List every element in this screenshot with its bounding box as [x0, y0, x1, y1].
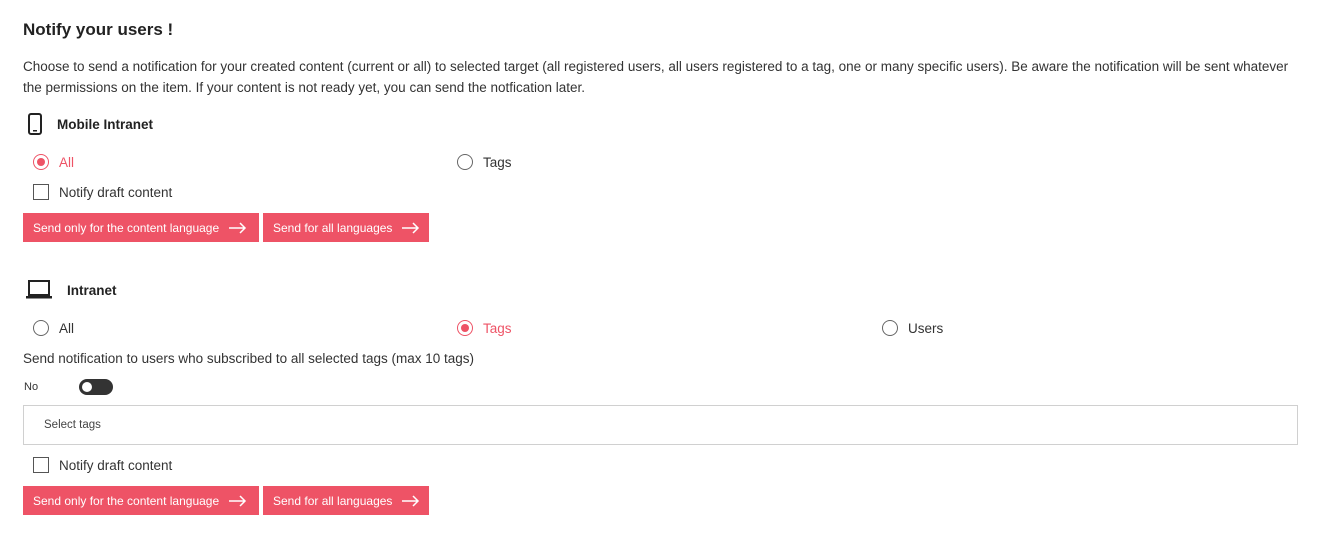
- mobile-send-all-languages-button[interactable]: Send for all languages: [263, 213, 429, 242]
- checkbox-box: [33, 184, 49, 200]
- select-tags-placeholder: Select tags: [44, 419, 101, 431]
- radio-circle: [457, 320, 473, 336]
- intranet-radio-all-label: All: [59, 320, 75, 336]
- page-description: Choose to send a notification for your c…: [23, 59, 1289, 95]
- arrow-right-icon: [402, 221, 420, 234]
- select-tags-input[interactable]: Select tags: [23, 405, 1298, 445]
- intranet-header: Intranet: [23, 279, 117, 301]
- mobile-notify-draft-label: Notify draft content: [59, 184, 173, 200]
- mobile-radio-tags-label: Tags: [483, 154, 512, 170]
- intranet-label: Intranet: [67, 282, 117, 298]
- all-tags-toggle[interactable]: [79, 379, 113, 395]
- mobile-send-content-language-button[interactable]: Send only for the content language: [23, 213, 259, 242]
- mobile-phone-icon: [28, 113, 52, 135]
- intranet-radio-all[interactable]: All: [33, 320, 74, 336]
- intranet-notify-draft-checkbox[interactable]: Notify draft content: [33, 457, 172, 473]
- mobile-radio-all-label: All: [59, 154, 75, 170]
- toggle-state-label: No: [24, 381, 39, 393]
- intranet-radio-users[interactable]: Users: [882, 320, 943, 336]
- radio-circle: [33, 320, 49, 336]
- intranet-send-all-languages-button[interactable]: Send for all languages: [263, 486, 429, 515]
- intranet-radio-users-label: Users: [908, 320, 944, 336]
- arrow-right-icon: [229, 221, 247, 234]
- mobile-radio-tags[interactable]: Tags: [457, 154, 512, 170]
- page-title: Notify your users !: [23, 20, 174, 39]
- mobile-intranet-label: Mobile Intranet: [57, 116, 154, 132]
- button-label: Send for all languages: [273, 493, 393, 508]
- intranet-radio-tags[interactable]: Tags: [457, 320, 512, 336]
- button-label: Send only for the content language: [33, 493, 220, 508]
- radio-circle: [33, 154, 49, 170]
- intranet-notify-draft-label: Notify draft content: [59, 457, 173, 473]
- intranet-radio-tags-label: Tags: [483, 320, 512, 336]
- mobile-notify-draft-checkbox[interactable]: Notify draft content: [33, 184, 172, 200]
- laptop-icon: [25, 279, 53, 301]
- intranet-send-content-language-button[interactable]: Send only for the content language: [23, 486, 259, 515]
- checkbox-box: [33, 457, 49, 473]
- button-label: Send for all languages: [273, 220, 393, 235]
- toggle-knob: [82, 382, 92, 392]
- subscribed-tags-note: Send notification to users who subscribe…: [23, 351, 474, 366]
- button-label: Send only for the content language: [33, 220, 220, 235]
- radio-circle: [457, 154, 473, 170]
- arrow-right-icon: [402, 494, 420, 507]
- mobile-intranet-header: Mobile Intranet: [23, 113, 153, 135]
- arrow-right-icon: [229, 494, 247, 507]
- radio-circle: [882, 320, 898, 336]
- mobile-radio-all[interactable]: All: [33, 154, 74, 170]
